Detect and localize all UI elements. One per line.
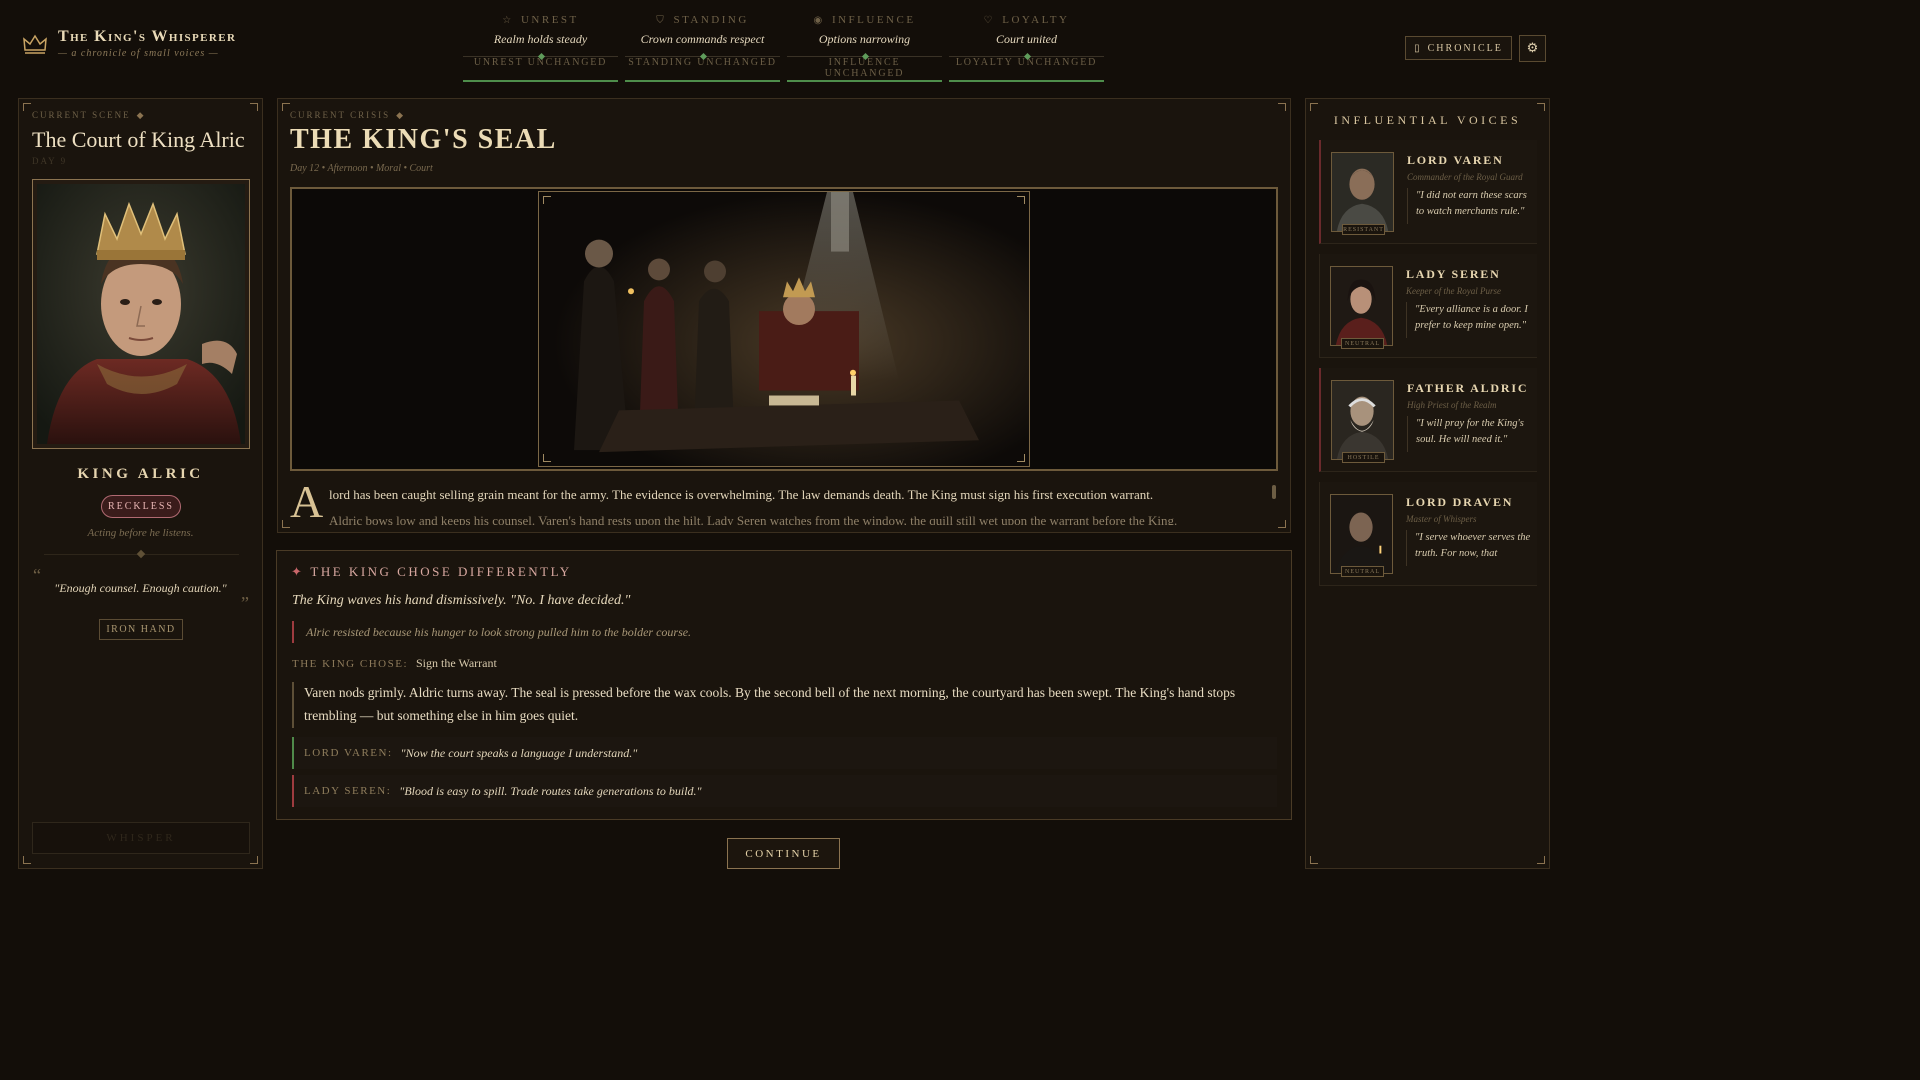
- voices-panel: Influential Voices Resistant Lord Varen …: [1305, 98, 1550, 869]
- scene-illustration-frame: [290, 187, 1278, 471]
- avatar: Hostile: [1331, 380, 1394, 463]
- quote-close-icon: ”: [241, 593, 249, 613]
- stat-change: Influence unchanged: [824, 57, 905, 79]
- outcome-panel: ✦ The King chose differently The King wav…: [276, 550, 1292, 820]
- voice-card-aldric[interactable]: Hostile Father Aldric High Priest of the…: [1319, 368, 1537, 472]
- dropcap: A: [290, 476, 324, 527]
- star-icon: ☆: [502, 15, 514, 26]
- voice-role: Commander of the Royal Guard: [1407, 172, 1523, 182]
- scene-illustration: [538, 191, 1030, 467]
- top-bar: The King's Whisperer — a chronicle of sm…: [0, 0, 1568, 92]
- voice-role: High Priest of the Realm: [1407, 400, 1497, 410]
- chronicle-label: CHRONICLE: [1427, 42, 1503, 54]
- crisis-story: lord has been caught selling grain meant…: [329, 487, 1154, 502]
- voices-title: Influential Voices: [1333, 113, 1522, 127]
- crisis-title: THE KING'S SEAL: [290, 124, 557, 155]
- stat-standing: ⛉ Standing Crown commands respect Standi…: [625, 14, 780, 82]
- heart-icon: ♡: [983, 15, 995, 26]
- voice-card-draven[interactable]: Neutral Lord Draven Master of Whispers "…: [1319, 482, 1537, 586]
- app-title: The King's Whisperer: [58, 28, 237, 45]
- crisis-kicker: Current Crisis ◆: [290, 110, 406, 120]
- king-tag: IRON HAND: [99, 619, 183, 640]
- avatar: Neutral: [1330, 266, 1393, 349]
- eye-icon: ◉: [813, 15, 825, 26]
- voice-quote: "Every alliance is a door. I prefer to k…: [1406, 302, 1531, 338]
- avatar: Resistant: [1331, 152, 1394, 235]
- stat-meter: [463, 80, 618, 82]
- shield-icon: ⛉: [656, 15, 667, 26]
- scene-panel: Current Scene ◆ The Court of King Alric D…: [18, 98, 263, 869]
- outcome-narration: The King waves his hand dismissively. "N…: [292, 593, 631, 608]
- voice-name: Lord Draven: [1406, 495, 1514, 509]
- brand: The King's Whisperer — a chronicle of sm…: [22, 28, 236, 59]
- status-badge: Neutral: [1341, 566, 1384, 577]
- outcome-reason: Alric resisted because his hunger to loo…: [292, 621, 691, 643]
- stat-label: Standing: [673, 14, 749, 26]
- status-badge: Resistant: [1342, 224, 1385, 235]
- king-quote: "Enough counsel. Enough caution.": [54, 581, 227, 595]
- app-subtitle: — a chronicle of small voices —: [58, 48, 219, 59]
- status-badge: Hostile: [1342, 452, 1385, 463]
- book-icon: ▯: [1414, 42, 1422, 54]
- crisis-panel: Current Crisis ◆ THE KING'S SEAL Day 12 •…: [277, 98, 1291, 533]
- whisper-button[interactable]: WHISPER: [32, 822, 250, 854]
- stat-value: Realm holds steady: [493, 32, 588, 46]
- gear-icon: ⚙: [1526, 41, 1539, 56]
- avatar: Neutral: [1330, 494, 1393, 577]
- reaction-seren: LADY SEREN: "Blood is easy to spill. Trad…: [292, 775, 1277, 807]
- stat-value: Crown commands respect: [640, 32, 765, 46]
- voice-role: Master of Whispers: [1406, 514, 1477, 524]
- trait-description: Acting before he listens.: [87, 527, 194, 539]
- reaction-varen: LORD VAREN: "Now the court speaks a langu…: [292, 737, 1277, 769]
- stat-influence: ◉ Influence Options narrowing Influence …: [787, 14, 942, 82]
- scene-title: The Court of King Alric: [32, 127, 245, 152]
- stat-value: Options narrowing: [818, 32, 911, 46]
- king-choice: THE KING CHOSE: Sign the Warrant: [292, 656, 497, 670]
- scrollbar[interactable]: [1272, 485, 1276, 499]
- voice-card-varen[interactable]: Resistant Lord Varen Commander of the Ro…: [1319, 140, 1537, 244]
- continue-button[interactable]: CONTINUE: [727, 838, 840, 869]
- stat-loyalty: ♡ Loyalty Court united Loyalty unchanged: [949, 14, 1104, 82]
- sparkle-icon: ✦: [291, 564, 305, 579]
- king-portrait: [32, 179, 250, 449]
- stat-label: Influence: [831, 14, 916, 26]
- voice-name: Father Aldric: [1407, 381, 1529, 395]
- voice-name: Lord Varen: [1407, 153, 1504, 167]
- settings-button[interactable]: ⚙: [1519, 35, 1546, 62]
- stat-meter: [949, 80, 1104, 82]
- stat-meter: [625, 80, 780, 82]
- voice-quote: "I will pray for the King's soul. He wil…: [1407, 416, 1532, 452]
- voice-quote: "I serve whoever serves the truth. For n…: [1406, 530, 1531, 566]
- trait-badge: RECKLESS: [101, 495, 181, 518]
- stats-bar: ☆ Unrest Realm holds steady Unrest uncha…: [463, 14, 1104, 82]
- stat-meter: [787, 80, 942, 82]
- crisis-meta: Day 12 • Afternoon • Moral • Court: [290, 163, 433, 174]
- voice-card-seren[interactable]: Neutral Lady Seren Keeper of the Royal P…: [1319, 254, 1537, 358]
- voice-role: Keeper of the Royal Purse: [1406, 286, 1501, 296]
- status-badge: Neutral: [1341, 338, 1384, 349]
- stat-label: Loyalty: [1002, 14, 1070, 26]
- voice-name: Lady Seren: [1406, 267, 1501, 281]
- crisis-story-continued: Aldric bows low and keeps his counsel. V…: [329, 513, 1178, 525]
- outcome-heading: ✦ The King chose differently: [291, 564, 572, 579]
- stat-label: Unrest: [520, 14, 579, 26]
- stat-value: Court united: [995, 32, 1057, 46]
- crown-icon: [23, 34, 47, 54]
- chronicle-button[interactable]: ▯ CHRONICLE: [1405, 36, 1512, 60]
- scene-day: DAY 9: [32, 156, 68, 166]
- outcome-result: Varen nods grimly. Aldric turns away. Th…: [292, 682, 1267, 728]
- voice-quote: "I did not earn these scars to watch mer…: [1407, 188, 1532, 224]
- scene-kicker: Current Scene ◆: [32, 110, 146, 120]
- king-name: KING ALRIC: [77, 466, 204, 482]
- stat-unrest: ☆ Unrest Realm holds steady Unrest uncha…: [463, 14, 618, 82]
